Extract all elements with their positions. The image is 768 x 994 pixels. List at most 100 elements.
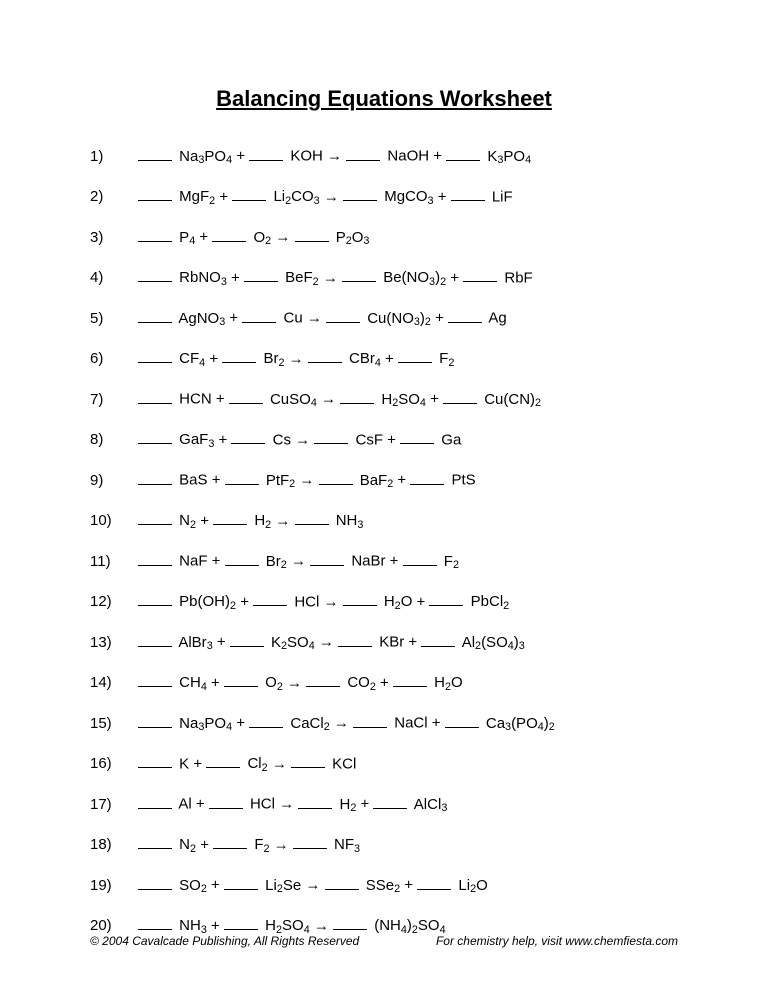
coefficient-blank[interactable] — [326, 308, 360, 323]
coefficient-blank[interactable] — [138, 268, 172, 283]
problem-number: 11) — [90, 553, 138, 570]
coefficient-blank[interactable] — [232, 187, 266, 202]
equation: SO2 + Li2Se → SSe2 + Li2O — [138, 875, 488, 894]
coefficient-blank[interactable] — [229, 389, 263, 404]
problem-number: 18) — [90, 836, 138, 853]
coefficient-blank[interactable] — [446, 146, 480, 161]
coefficient-blank[interactable] — [230, 632, 264, 647]
arrow-icon: → — [299, 472, 314, 489]
coefficient-blank[interactable] — [138, 794, 172, 809]
problem-row: 20) NH3 + H2SO4 → (NH4)2SO4 — [90, 916, 678, 935]
coefficient-blank[interactable] — [138, 511, 172, 526]
problem-row: 7) HCN + CuSO4 → H2SO4 + Cu(CN)2 — [90, 389, 678, 408]
coefficient-blank[interactable] — [325, 875, 359, 890]
coefficient-blank[interactable] — [253, 592, 287, 607]
arrow-icon: → — [327, 148, 342, 165]
footer-left: © 2004 Cavalcade Publishing, All Rights … — [90, 934, 359, 948]
coefficient-blank[interactable] — [138, 713, 172, 728]
coefficient-blank[interactable] — [138, 592, 172, 607]
coefficient-blank[interactable] — [138, 389, 172, 404]
arrow-icon: → — [275, 512, 290, 529]
coefficient-blank[interactable] — [445, 713, 479, 728]
coefficient-blank[interactable] — [249, 713, 283, 728]
arrow-icon: → — [321, 391, 336, 408]
coefficient-blank[interactable] — [138, 875, 172, 890]
coefficient-blank[interactable] — [138, 673, 172, 688]
coefficient-blank[interactable] — [338, 632, 372, 647]
coefficient-blank[interactable] — [342, 268, 376, 283]
coefficient-blank[interactable] — [429, 592, 463, 607]
coefficient-blank[interactable] — [249, 146, 283, 161]
coefficient-blank[interactable] — [138, 551, 172, 566]
coefficient-blank[interactable] — [225, 470, 259, 485]
coefficient-blank[interactable] — [209, 794, 243, 809]
problem-row: 2) MgF2 + Li2CO3 → MgCO3 + LiF — [90, 187, 678, 206]
arrow-icon: → — [307, 310, 322, 327]
arrow-icon: → — [314, 917, 329, 934]
coefficient-blank[interactable] — [295, 227, 329, 242]
arrow-icon: → — [295, 431, 310, 448]
coefficient-blank[interactable] — [308, 349, 342, 364]
problem-row: 15) Na3PO4 + CaCl2 → NaCl + Ca3(PO4)2 — [90, 713, 678, 732]
coefficient-blank[interactable] — [138, 632, 172, 647]
coefficient-blank[interactable] — [138, 308, 172, 323]
coefficient-blank[interactable] — [138, 916, 172, 931]
problem-number: 3) — [90, 229, 138, 246]
coefficient-blank[interactable] — [298, 794, 332, 809]
arrow-icon: → — [319, 634, 334, 651]
coefficient-blank[interactable] — [224, 673, 258, 688]
coefficient-blank[interactable] — [410, 470, 444, 485]
problem-row: 9) BaS + PtF2 → BaF2 + PtS — [90, 470, 678, 489]
coefficient-blank[interactable] — [393, 673, 427, 688]
coefficient-blank[interactable] — [138, 349, 172, 364]
coefficient-blank[interactable] — [417, 875, 451, 890]
coefficient-blank[interactable] — [333, 916, 367, 931]
coefficient-blank[interactable] — [353, 713, 387, 728]
problem-row: 4) RbNO3 + BeF2 → Be(NO3)2 + RbF — [90, 268, 678, 287]
coefficient-blank[interactable] — [448, 308, 482, 323]
coefficient-blank[interactable] — [138, 754, 172, 769]
coefficient-blank[interactable] — [206, 754, 240, 769]
coefficient-blank[interactable] — [340, 389, 374, 404]
coefficient-blank[interactable] — [225, 551, 259, 566]
equation: AlBr3 + K2SO4 → KBr + Al2(SO4)3 — [138, 632, 525, 651]
coefficient-blank[interactable] — [343, 187, 377, 202]
problem-row: 19) SO2 + Li2Se → SSe2 + Li2O — [90, 875, 678, 894]
coefficient-blank[interactable] — [421, 632, 455, 647]
coefficient-blank[interactable] — [222, 349, 256, 364]
equation: BaS + PtF2 → BaF2 + PtS — [138, 470, 476, 489]
coefficient-blank[interactable] — [291, 754, 325, 769]
equation: Na3PO4 + CaCl2 → NaCl + Ca3(PO4)2 — [138, 713, 555, 732]
coefficient-blank[interactable] — [138, 146, 172, 161]
coefficient-blank[interactable] — [213, 835, 247, 850]
coefficient-blank[interactable] — [443, 389, 477, 404]
coefficient-blank[interactable] — [463, 268, 497, 283]
coefficient-blank[interactable] — [242, 308, 276, 323]
coefficient-blank[interactable] — [224, 916, 258, 931]
coefficient-blank[interactable] — [138, 187, 172, 202]
coefficient-blank[interactable] — [138, 835, 172, 850]
coefficient-blank[interactable] — [400, 430, 434, 445]
coefficient-blank[interactable] — [314, 430, 348, 445]
coefficient-blank[interactable] — [224, 875, 258, 890]
arrow-icon: → — [289, 350, 304, 367]
coefficient-blank[interactable] — [343, 592, 377, 607]
coefficient-blank[interactable] — [310, 551, 344, 566]
coefficient-blank[interactable] — [346, 146, 380, 161]
coefficient-blank[interactable] — [295, 511, 329, 526]
coefficient-blank[interactable] — [306, 673, 340, 688]
coefficient-blank[interactable] — [451, 187, 485, 202]
coefficient-blank[interactable] — [293, 835, 327, 850]
coefficient-blank[interactable] — [213, 511, 247, 526]
coefficient-blank[interactable] — [212, 227, 246, 242]
coefficient-blank[interactable] — [319, 470, 353, 485]
coefficient-blank[interactable] — [398, 349, 432, 364]
coefficient-blank[interactable] — [244, 268, 278, 283]
coefficient-blank[interactable] — [373, 794, 407, 809]
coefficient-blank[interactable] — [231, 430, 265, 445]
coefficient-blank[interactable] — [138, 430, 172, 445]
coefficient-blank[interactable] — [138, 470, 172, 485]
problem-number: 1) — [90, 148, 138, 165]
coefficient-blank[interactable] — [403, 551, 437, 566]
coefficient-blank[interactable] — [138, 227, 172, 242]
